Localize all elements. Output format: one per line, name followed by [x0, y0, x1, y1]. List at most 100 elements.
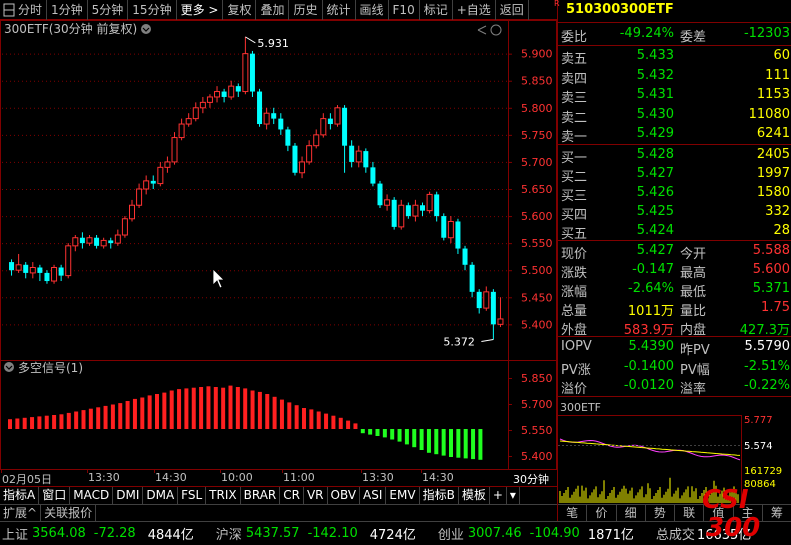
candle[interactable] — [320, 113, 327, 138]
candle[interactable] — [306, 140, 313, 165]
candle[interactable] — [235, 83, 241, 97]
candle[interactable] — [455, 218, 461, 254]
candle[interactable] — [377, 180, 383, 208]
candle[interactable] — [299, 156, 306, 179]
period-label[interactable]: 30分钟 — [513, 471, 549, 487]
candle[interactable] — [164, 156, 171, 173]
candle[interactable] — [94, 235, 100, 249]
candle[interactable] — [199, 96, 206, 114]
candle[interactable] — [121, 216, 128, 238]
candle[interactable] — [420, 202, 426, 217]
candle[interactable] — [29, 262, 36, 279]
candle[interactable] — [136, 183, 143, 208]
candle[interactable] — [391, 197, 397, 230]
candle[interactable] — [349, 140, 355, 168]
panel-button-0[interactable]: 笔 — [558, 505, 588, 521]
candle[interactable] — [363, 148, 369, 173]
candle[interactable] — [185, 113, 192, 127]
candle[interactable] — [108, 237, 114, 249]
cy-index[interactable]: 3007.46 — [468, 526, 522, 541]
candle[interactable] — [79, 232, 85, 249]
indicator-dropdown-icon[interactable] — [4, 362, 14, 372]
candle[interactable] — [370, 161, 376, 187]
indicator-tab-10[interactable]: OBV — [328, 487, 361, 505]
kline-chart[interactable]: 300ETF(30分钟 前复权) 5.900 5.850 5.800 5.750 5.70… — [0, 20, 557, 470]
candle[interactable] — [462, 245, 468, 271]
ext-tab-0[interactable]: 扩展^ — [0, 505, 42, 522]
candle[interactable] — [398, 199, 405, 230]
candle[interactable] — [447, 216, 454, 244]
candle[interactable] — [72, 235, 79, 252]
toolbar-item-2[interactable]: 5分钟 — [88, 0, 129, 20]
candle[interactable] — [23, 262, 29, 279]
candle[interactable] — [143, 175, 150, 195]
indicator-tab-11[interactable]: ASI — [360, 487, 387, 505]
candle[interactable] — [257, 88, 263, 127]
candle[interactable] — [221, 88, 227, 103]
candle[interactable] — [285, 126, 291, 152]
candle[interactable] — [192, 102, 199, 122]
candle[interactable] — [37, 264, 43, 282]
candle[interactable] — [114, 229, 121, 246]
indicator-tab-4[interactable]: DMA — [143, 487, 179, 505]
candle[interactable] — [86, 235, 93, 246]
candle[interactable] — [214, 86, 221, 103]
toolbar-item-6[interactable]: 叠加 — [256, 0, 290, 20]
settings-icon[interactable] — [490, 24, 502, 36]
candle[interactable] — [157, 161, 164, 187]
indicator-tab-9[interactable]: VR — [304, 487, 328, 505]
candle[interactable] — [58, 264, 64, 282]
sh-index[interactable]: 3564.08 — [32, 526, 86, 541]
candle[interactable] — [150, 175, 156, 189]
candle[interactable] — [44, 270, 50, 284]
candle[interactable] — [228, 80, 235, 100]
indicator-tab-2[interactable]: MACD — [70, 487, 114, 505]
link-icon[interactable] — [477, 25, 487, 35]
candle[interactable] — [178, 118, 185, 141]
toolbar-item-11[interactable]: 标记 — [420, 0, 453, 20]
toolbar-item-0[interactable]: 分时 — [0, 0, 48, 20]
indicator-tab-8[interactable]: CR — [280, 487, 304, 505]
toolbar-item-10[interactable]: F10 — [389, 0, 420, 20]
candle[interactable] — [65, 243, 72, 279]
candle[interactable] — [469, 262, 475, 298]
toolbar-item-9[interactable]: 画线 — [356, 0, 389, 20]
panel-button-1[interactable]: 价 — [587, 505, 617, 521]
candle[interactable] — [206, 94, 213, 108]
candle[interactable] — [249, 50, 255, 97]
indicator-tab-14[interactable]: 模板 — [459, 487, 490, 505]
panel-button-3[interactable]: 势 — [646, 505, 675, 521]
indicator-tab-1[interactable]: 窗口 — [39, 487, 71, 505]
candle[interactable] — [15, 253, 22, 273]
candle[interactable] — [100, 237, 107, 249]
candle[interactable] — [334, 105, 341, 127]
title-dropdown-icon[interactable] — [141, 24, 151, 34]
candle[interactable] — [278, 113, 284, 135]
toolbar-item-4[interactable]: 更多 > — [177, 0, 224, 20]
toolbar-item-7[interactable]: 历史 — [289, 0, 323, 20]
toolbar-item-3[interactable]: 15分钟 — [128, 0, 177, 20]
candle[interactable] — [9, 259, 15, 276]
candle[interactable] — [412, 199, 419, 222]
indicator-tab-13[interactable]: 指标B — [420, 487, 459, 505]
candle[interactable] — [242, 36, 249, 95]
candle[interactable] — [171, 132, 178, 165]
toolbar-item-12[interactable]: +自选 — [453, 0, 496, 20]
panel-button-2[interactable]: 细 — [617, 505, 646, 521]
ext-tab-1[interactable]: 关联报价 — [41, 505, 97, 522]
candle[interactable] — [490, 289, 496, 340]
toolbar-item-1[interactable]: 1分钟 — [47, 0, 88, 20]
more-tabs-button[interactable]: ▾ — [507, 487, 520, 505]
candle[interactable] — [51, 264, 58, 284]
candle[interactable] — [129, 199, 135, 222]
toolbar-item-8[interactable]: 统计 — [323, 0, 356, 20]
indicator-tab-0[interactable]: 指标A — [0, 487, 40, 505]
candle[interactable] — [483, 286, 490, 311]
candle[interactable] — [313, 129, 320, 149]
indicator-tab-7[interactable]: BRAR — [241, 487, 281, 505]
indicator-tab-5[interactable]: FSL — [178, 487, 207, 505]
candle[interactable] — [355, 145, 362, 168]
indicator-tab-12[interactable]: EMV — [386, 487, 420, 505]
hs-index[interactable]: 5437.57 — [246, 526, 300, 541]
candle[interactable] — [263, 107, 270, 130]
